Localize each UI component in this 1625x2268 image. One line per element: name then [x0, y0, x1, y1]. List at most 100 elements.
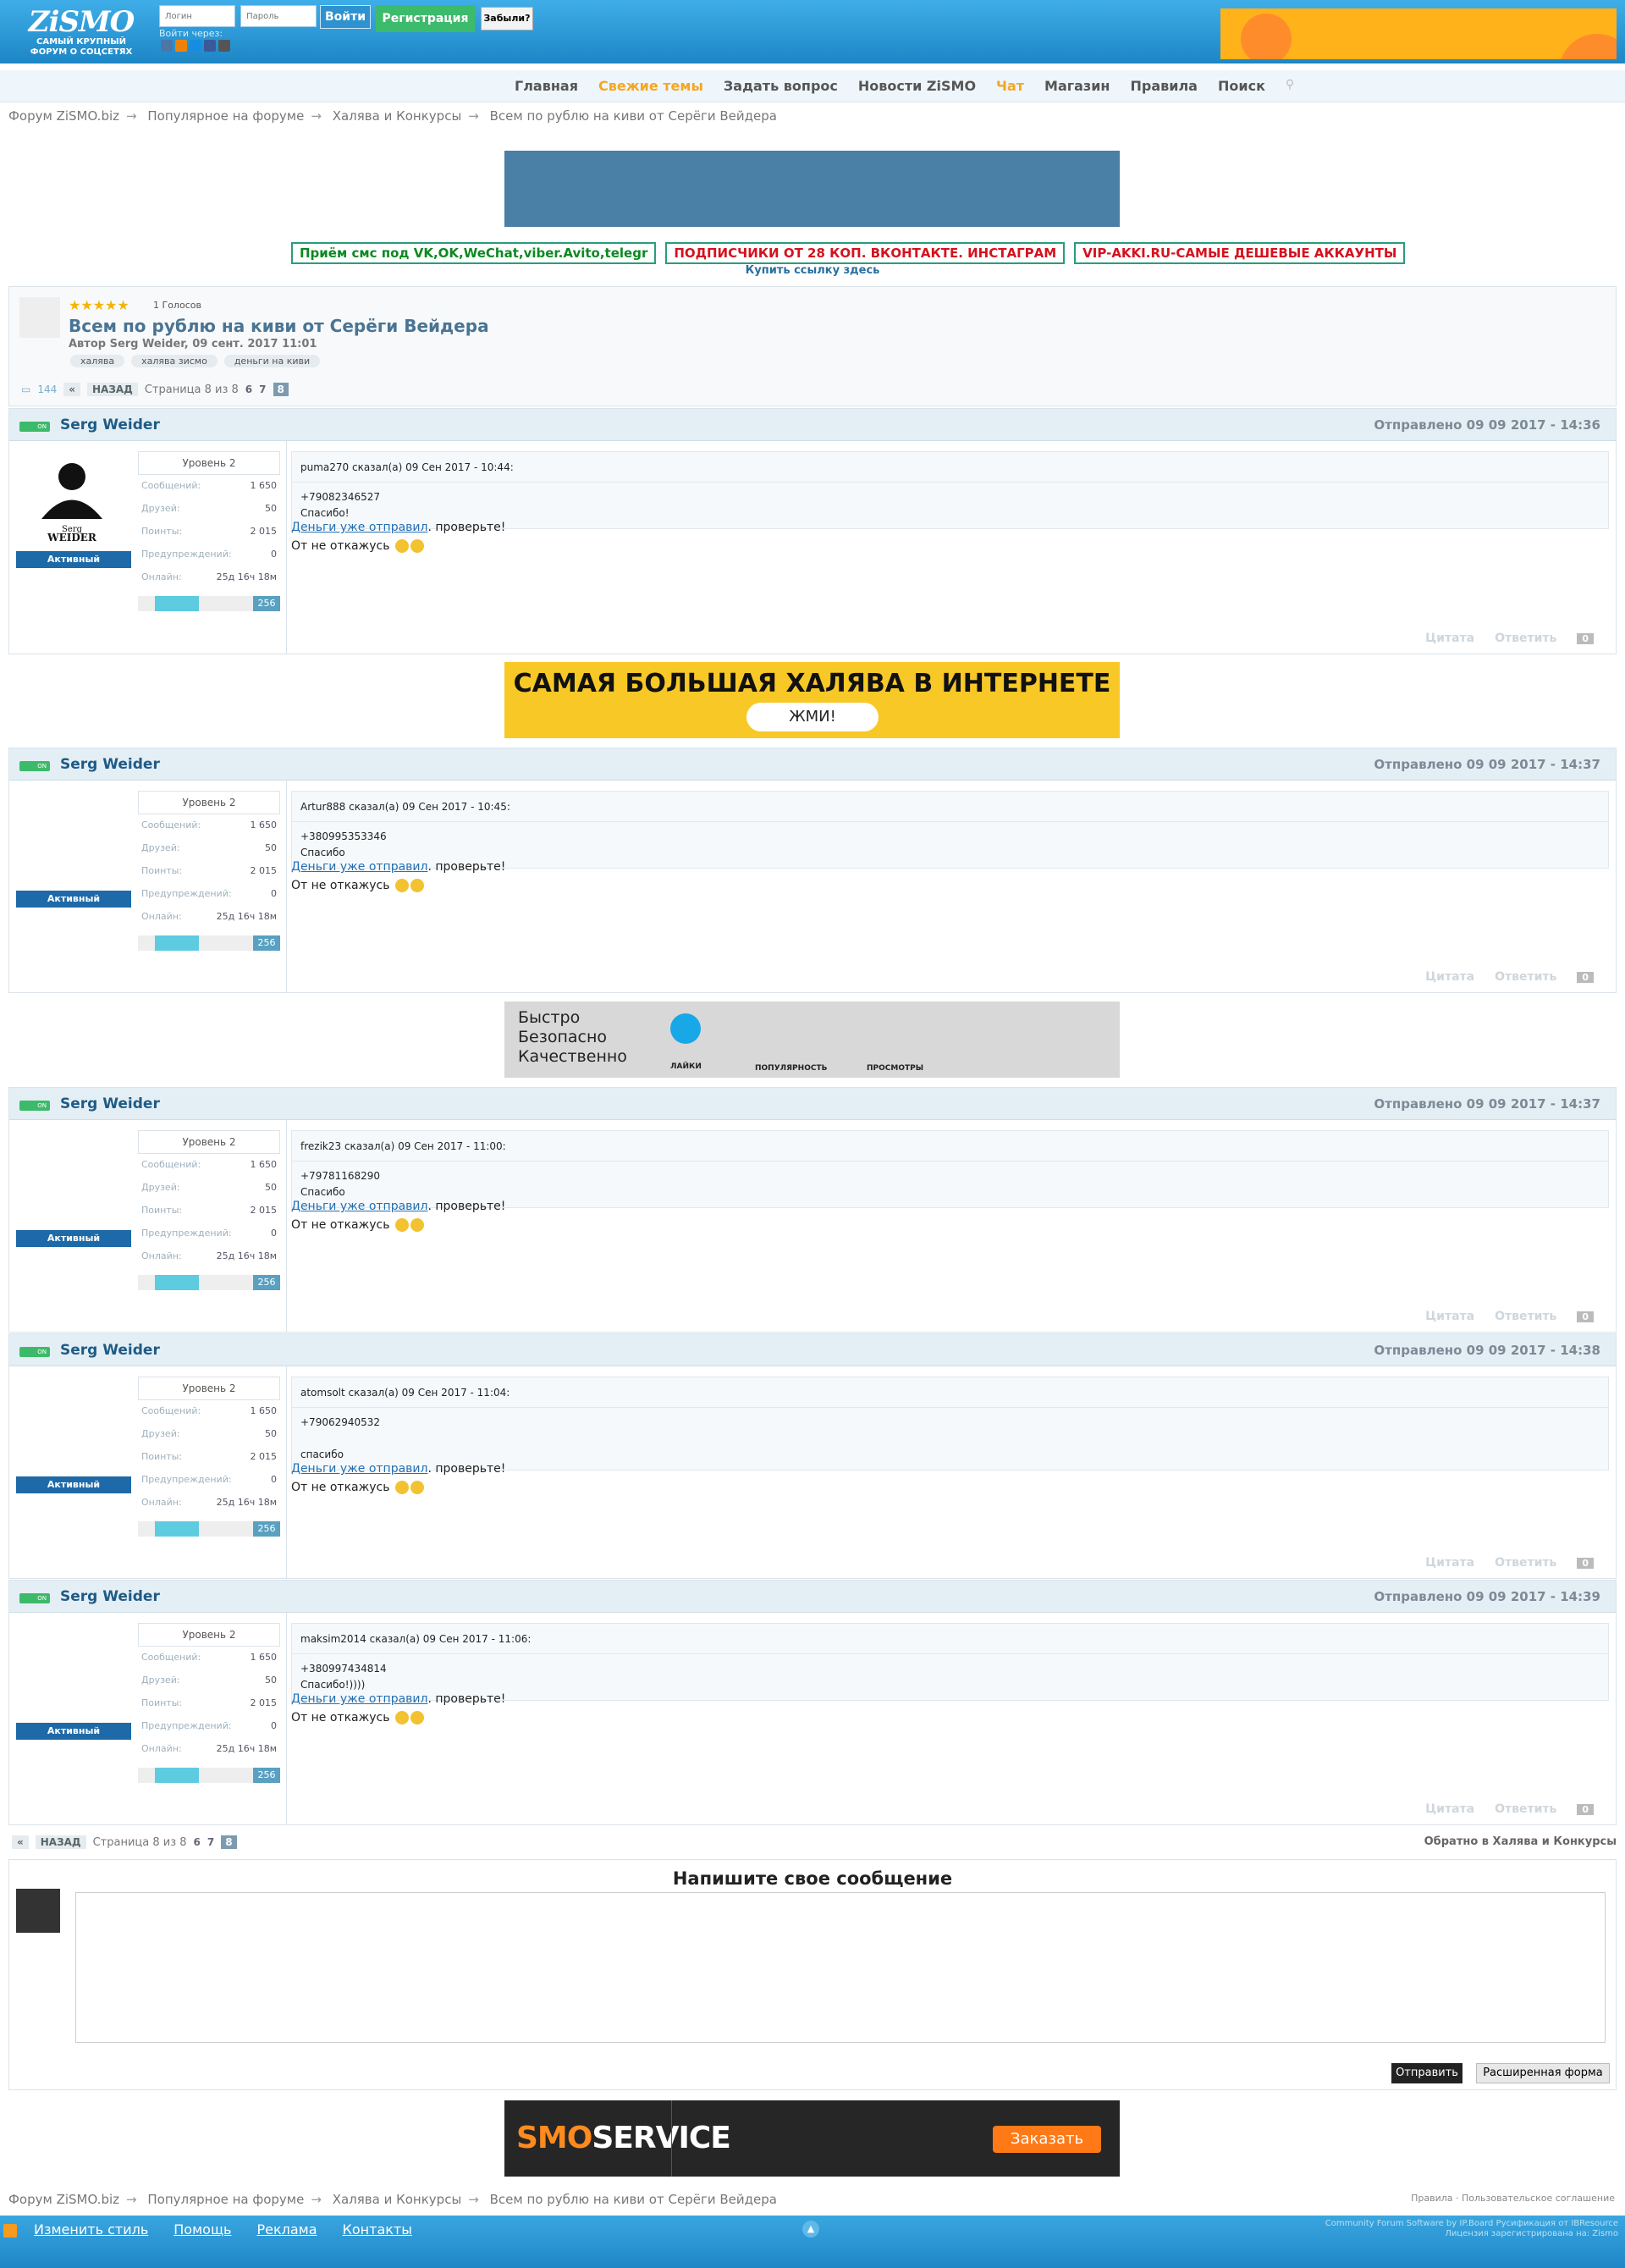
heart-icon	[670, 1013, 701, 1044]
nav-ask[interactable]: Задать вопрос	[724, 78, 838, 94]
footer-change-style[interactable]: Изменить стиль	[34, 2221, 148, 2238]
page-link[interactable]: 6	[194, 1836, 201, 1848]
post-date[interactable]: Отправлено 09 09 2017 - 14:37	[1374, 1096, 1600, 1112]
page-link[interactable]: 7	[259, 384, 266, 395]
money-link[interactable]: Деньги уже отправил	[291, 860, 427, 874]
send-button[interactable]: Отправить	[1391, 2063, 1462, 2083]
footer-contacts[interactable]: Контакты	[343, 2221, 412, 2238]
topic-header: ★★★★★ 1 Голосов Всем по рублю на киви от…	[8, 286, 1617, 406]
logo[interactable]: ZiSMO САМЫЙ КРУПНЫЙ ФОРУМ О СОЦСЕТЯХ	[22, 7, 140, 58]
order-button[interactable]: Заказать	[993, 2126, 1101, 2153]
text-ad-vip[interactable]: VIP-AKKI.RU-САМЫЕ ДЕШЕВЫЕ АККАУНТЫ	[1074, 242, 1406, 264]
social-login	[161, 40, 230, 52]
buy-link[interactable]: Купить ссылку здесь	[0, 264, 1625, 277]
tag[interactable]: халява	[70, 355, 125, 367]
password-input[interactable]	[240, 5, 317, 27]
ad-banner-smm[interactable]: Быстро Безопасно Качественно ЛАЙКИ ПОПУЛЯР…	[504, 1002, 1120, 1078]
scroll-top-icon[interactable]: ▲	[802, 2221, 819, 2238]
first-page-button[interactable]: «	[63, 383, 81, 396]
post-date[interactable]: Отправлено 09 09 2017 - 14:37	[1374, 757, 1600, 772]
post-date[interactable]: Отправлено 09 09 2017 - 14:38	[1374, 1343, 1600, 1358]
top-ad-banner[interactable]	[1220, 8, 1617, 59]
tag[interactable]: халява зисмо	[131, 355, 218, 367]
page-link[interactable]: 7	[207, 1836, 214, 1848]
ad-banner-freebies[interactable]: САМАЯ БОЛЬШАЯ ХАЛЯВА В ИНТЕРНЕТЕ ЖМИ!	[504, 662, 1120, 738]
nav-home[interactable]: Главная	[515, 78, 578, 94]
money-link[interactable]: Деньги уже отправил	[291, 521, 427, 534]
login-button[interactable]: Войти	[320, 5, 371, 29]
quote-button[interactable]: Цитата	[1425, 970, 1474, 984]
vk-icon[interactable]	[161, 40, 173, 52]
reply-button[interactable]: Ответить	[1495, 1556, 1556, 1570]
crumb-forum[interactable]: Форум ZiSMO.biz	[8, 108, 119, 124]
nav-chat[interactable]: Чат	[996, 78, 1024, 94]
pin-icon[interactable]: ⚲	[1286, 78, 1294, 94]
reply-button[interactable]: Ответить	[1495, 1802, 1556, 1816]
more-icon[interactable]	[218, 40, 230, 52]
post-date[interactable]: Отправлено 09 09 2017 - 14:39	[1374, 1589, 1600, 1604]
like-counter[interactable]: 0	[1577, 632, 1594, 644]
post-author[interactable]: Serg Weider	[60, 1095, 160, 1112]
post-author[interactable]: Serg Weider	[60, 756, 160, 773]
reply-button[interactable]: Ответить	[1495, 632, 1556, 645]
stat-row: Друзей: 50	[141, 503, 277, 514]
reply-textarea[interactable]	[75, 1892, 1606, 2043]
page-current[interactable]: 8	[273, 383, 289, 396]
nav-fresh-topics[interactable]: Свежие темы	[598, 78, 703, 94]
reply-title: Напишите свое сообщение	[672, 1868, 953, 1889]
back-button[interactable]: НАЗАД	[87, 383, 138, 396]
extended-form-button[interactable]: Расширенная форма	[1476, 2063, 1610, 2083]
page-count: Страница 8 из 8	[144, 383, 239, 396]
quote-button[interactable]: Цитата	[1425, 1802, 1474, 1816]
replies-count: 144	[37, 384, 58, 395]
reply-button[interactable]: Ответить	[1495, 1310, 1556, 1323]
crumb-popular[interactable]: Популярное на форуме	[147, 108, 304, 124]
forgot-button[interactable]: Забыли?	[481, 7, 533, 30]
text-ad-subscribers[interactable]: ПОДПИСЧИКИ ОТ 28 КОП. ВКОНТАКТЕ. ИНСТАГР…	[665, 242, 1066, 264]
online-badge: ON	[19, 422, 50, 432]
crumb-freebies[interactable]: Халява и Конкурсы	[333, 108, 462, 124]
post-author[interactable]: Serg Weider	[60, 417, 160, 433]
rating-stars[interactable]: ★★★★★	[69, 297, 129, 313]
breadcrumb: Форум ZiSMO.biz → Популярное на форуме → Х…	[8, 108, 777, 124]
tag[interactable]: деньги на киви	[223, 355, 321, 367]
return-link[interactable]: Обратно в Халява и Конкурсы	[1424, 1835, 1617, 1848]
nav-search[interactable]: Поиск	[1218, 78, 1265, 94]
nav-rules[interactable]: Правила	[1130, 78, 1198, 94]
quote-button[interactable]: Цитата	[1425, 1556, 1474, 1570]
back-button[interactable]: НАЗАД	[35, 1835, 86, 1849]
mail-icon[interactable]	[190, 40, 201, 52]
register-button[interactable]: Регистрация	[376, 5, 475, 32]
quote-button[interactable]: Цитата	[1425, 632, 1474, 645]
footer-ads[interactable]: Реклама	[256, 2221, 317, 2238]
rss-icon[interactable]	[3, 2224, 17, 2238]
text-ad-sms[interactable]: Приём смс под VK,OK,WeChat,viber.Avito,t…	[291, 242, 657, 264]
page-link[interactable]: 6	[245, 384, 252, 395]
nav-shop[interactable]: Магазин	[1044, 78, 1110, 94]
login-input[interactable]	[159, 5, 235, 27]
page-current[interactable]: 8	[221, 1835, 237, 1849]
quote-header: puma270 сказал(а) 09 Сен 2017 - 10:44:	[292, 452, 1608, 483]
login-form: Войти Регистрация Забыли?	[159, 5, 533, 32]
pager-bottom: « НАЗАД Страница 8 из 8 6 7 8	[12, 1835, 237, 1849]
nav-news[interactable]: Новости ZiSMO	[858, 78, 976, 94]
first-page-button[interactable]: «	[12, 1835, 29, 1849]
login-via-label: Войти через:	[159, 28, 223, 39]
footer-help[interactable]: Помощь	[174, 2221, 231, 2238]
breadcrumb-bottom: Форум ZiSMO.biz → Популярное на форуме → Х…	[8, 2192, 777, 2207]
ad-banner-smoservice[interactable]: SMOSERVICE Заказать	[504, 2100, 1120, 2177]
rules-link[interactable]: Правила · Пользовательское соглашение	[1411, 2193, 1615, 2204]
post-author[interactable]: Serg Weider	[60, 1588, 160, 1605]
post-date[interactable]: Отправлено 09 09 2017 - 14:36	[1374, 417, 1600, 433]
ad-placeholder[interactable]	[504, 151, 1120, 227]
reply-button[interactable]: Ответить	[1495, 970, 1556, 984]
post-author[interactable]: Serg Weider	[60, 1342, 160, 1359]
author-avatar[interactable]: Serg WEIDER	[16, 451, 131, 544]
money-link[interactable]: Деньги уже отправил	[291, 1462, 427, 1476]
topic-author-avatar[interactable]	[19, 297, 60, 338]
money-link[interactable]: Деньги уже отправил	[291, 1692, 427, 1706]
money-link[interactable]: Деньги уже отправил	[291, 1200, 427, 1213]
quote-button[interactable]: Цитата	[1425, 1310, 1474, 1323]
facebook-icon[interactable]	[204, 40, 216, 52]
ok-icon[interactable]	[175, 40, 187, 52]
